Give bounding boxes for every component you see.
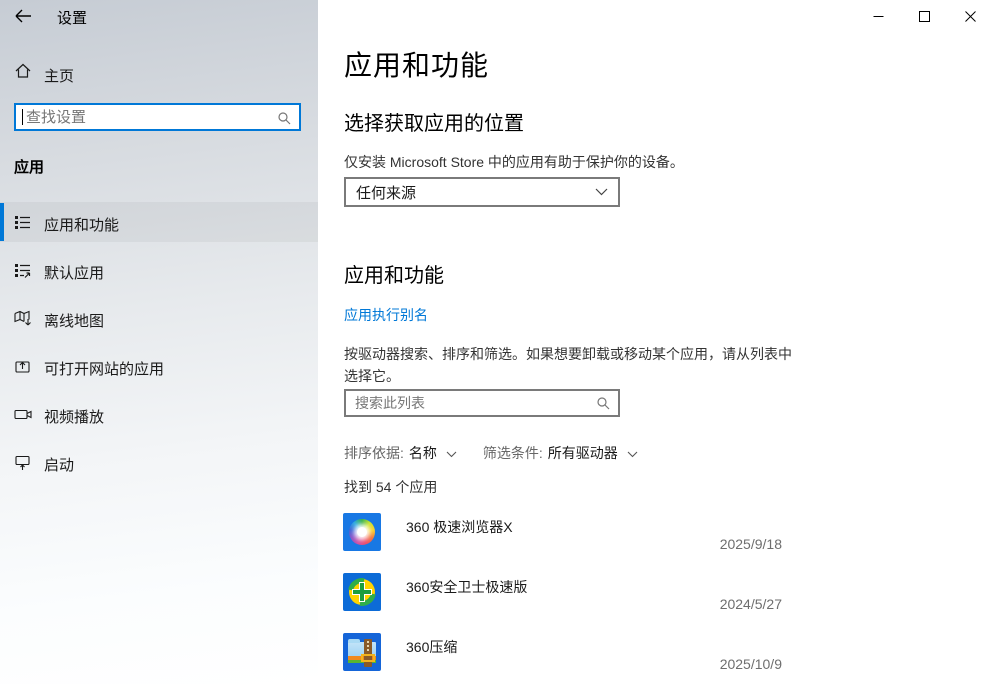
maximize-button[interactable] <box>901 0 947 32</box>
sidebar-item-label: 离线地图 <box>44 310 104 331</box>
360-zip-icon <box>343 633 381 671</box>
page-title: 应用和功能 <box>344 44 489 84</box>
sidebar-item-label: 可打开网站的应用 <box>44 358 164 379</box>
sidebar-item-label: 视频播放 <box>44 406 104 427</box>
apps-features-icon <box>14 214 31 231</box>
back-button[interactable] <box>12 5 40 29</box>
default-apps-icon <box>14 262 31 279</box>
maximize-icon <box>919 11 930 22</box>
sort-by-label: 排序依据: <box>344 443 404 463</box>
close-icon <box>965 11 976 22</box>
text-caret <box>22 109 23 125</box>
minimize-button[interactable] <box>855 0 901 32</box>
apps-found-count: 找到 54 个应用 <box>344 477 437 497</box>
dropdown-selected-value: 任何来源 <box>346 182 595 203</box>
home-icon <box>14 62 32 80</box>
app-list-search-box <box>344 389 620 417</box>
app-install-date: 2025/10/9 <box>662 656 782 672</box>
chevron-down-icon <box>595 188 608 196</box>
settings-content: 应用和功能 选择获取应用的位置 仅安装 Microsoft Store 中的应用… <box>318 0 993 684</box>
sidebar-item-label: 启动 <box>44 454 74 475</box>
window-title: 设置 <box>57 7 87 28</box>
app-source-dropdown[interactable]: 任何来源 <box>344 177 620 207</box>
minimize-icon <box>873 11 884 22</box>
sort-by-value: 名称 <box>409 443 437 463</box>
offline-maps-icon <box>14 310 32 327</box>
startup-icon <box>14 454 31 471</box>
sidebar-section-apps: 应用 <box>14 156 44 177</box>
choose-source-description: 仅安装 Microsoft Store 中的应用有助于保护你的设备。 <box>344 152 684 172</box>
360-speed-browser-icon <box>343 513 381 551</box>
app-name: 360压缩 <box>406 637 457 657</box>
apps-features-heading: 应用和功能 <box>344 259 444 288</box>
app-name: 360安全卫士极速版 <box>406 577 527 597</box>
sidebar-item-startup[interactable]: 启动 <box>0 442 318 482</box>
sidebar-item-label: 主页 <box>44 65 74 86</box>
window-controls <box>855 0 993 32</box>
search-icon[interactable] <box>596 396 610 410</box>
close-button[interactable] <box>947 0 993 32</box>
sidebar-item-default-apps[interactable]: 默认应用 <box>0 250 318 290</box>
app-install-date: 2024/5/27 <box>662 596 782 612</box>
sort-by-dropdown[interactable]: 排序依据: 名称 <box>344 443 457 463</box>
settings-search-box <box>14 103 301 131</box>
sidebar-item-label: 应用和功能 <box>44 214 119 235</box>
app-execution-aliases-link[interactable]: 应用执行别名 <box>344 305 428 325</box>
search-icon[interactable] <box>277 111 291 125</box>
apps-features-description: 按驱动器搜索、排序和筛选。如果想要卸载或移动某个应用，请从列表中选择它。 <box>344 343 796 387</box>
360-safe-guard-icon <box>343 573 381 611</box>
sort-filter-row: 排序依据: 名称 筛选条件: 所有驱动器 <box>344 443 638 463</box>
choose-source-heading: 选择获取应用的位置 <box>344 107 524 136</box>
filter-by-dropdown[interactable]: 筛选条件: 所有驱动器 <box>483 443 638 463</box>
back-arrow-icon <box>12 5 40 27</box>
settings-search-input[interactable] <box>16 105 299 129</box>
settings-sidebar: 设置 主页 应用 应用和功能 默认应用 离线地图 可 <box>0 0 318 684</box>
sidebar-item-home[interactable]: 主页 <box>0 56 318 92</box>
apps-for-websites-icon <box>14 358 31 375</box>
app-install-date: 2025/9/18 <box>662 536 782 552</box>
video-playback-icon <box>14 406 32 423</box>
chevron-down-icon <box>446 451 457 458</box>
sidebar-item-apps-for-websites[interactable]: 可打开网站的应用 <box>0 346 318 386</box>
sidebar-item-offline-maps[interactable]: 离线地图 <box>0 298 318 338</box>
chevron-down-icon <box>627 451 638 458</box>
sidebar-item-video-playback[interactable]: 视频播放 <box>0 394 318 434</box>
sidebar-item-label: 默认应用 <box>44 262 104 283</box>
sidebar-item-apps-features[interactable]: 应用和功能 <box>0 202 318 242</box>
app-list-search-input[interactable] <box>346 391 618 415</box>
app-name: 360 极速浏览器X <box>406 517 513 537</box>
filter-by-label: 筛选条件: <box>483 443 543 463</box>
filter-by-value: 所有驱动器 <box>548 443 618 463</box>
